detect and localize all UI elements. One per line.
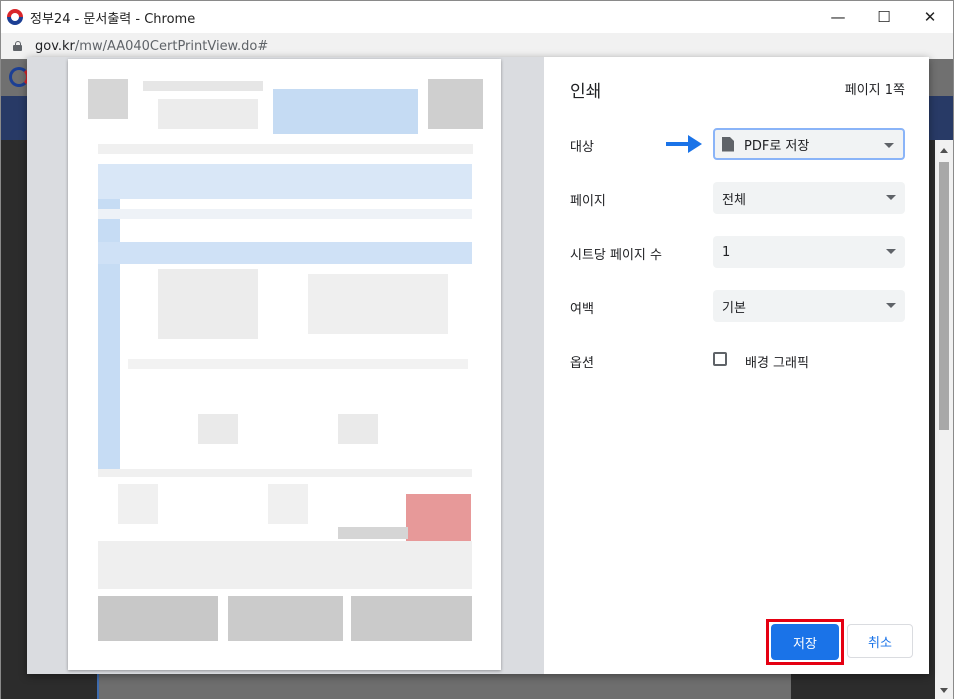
preview-content	[98, 209, 472, 219]
chevron-down-icon	[886, 303, 896, 308]
preview-content	[428, 79, 483, 129]
preview-content	[273, 89, 418, 134]
margins-value: 기본	[722, 300, 746, 316]
close-icon[interactable]: ✕	[907, 1, 953, 33]
background-graphics-checkbox[interactable]	[713, 352, 727, 366]
window-title: 정부24 - 문서출력 - Chrome	[30, 11, 196, 27]
page-scrollbar[interactable]	[935, 140, 953, 699]
pages-per-sheet-select[interactable]: 1	[713, 236, 905, 268]
pages-per-sheet-label: 시트당 페이지 수	[570, 248, 662, 263]
preview-content	[198, 414, 238, 444]
preview-content	[351, 596, 472, 641]
preview-content	[158, 99, 258, 129]
save-button[interactable]: 저장	[771, 624, 839, 660]
url-text[interactable]: gov.kr/mw/AA040CertPrintView.do#	[35, 39, 268, 54]
print-preview	[27, 57, 544, 674]
destination-value: PDF로 저장	[744, 138, 810, 154]
destination-label: 대상	[570, 140, 594, 155]
preview-content	[228, 596, 343, 641]
preview-content	[98, 199, 120, 469]
cancel-button[interactable]: 취소	[847, 624, 913, 658]
preview-content	[98, 596, 218, 641]
margins-label: 여백	[570, 302, 594, 317]
url-host: gov.kr	[35, 38, 75, 54]
scroll-up-icon[interactable]	[940, 148, 948, 153]
destination-select[interactable]: PDF로 저장	[713, 128, 905, 160]
chevron-down-icon	[886, 195, 896, 200]
preview-page	[68, 59, 501, 670]
gov-logo-icon	[7, 9, 23, 25]
preview-content	[338, 527, 408, 539]
pages-per-sheet-value: 1	[722, 244, 731, 260]
background-graphics-label[interactable]: 배경 그래픽	[745, 352, 809, 371]
chevron-down-icon	[884, 143, 894, 148]
arrow-right-icon	[666, 135, 704, 153]
lock-icon	[13, 41, 22, 51]
title-bar: 정부24 - 문서출력 - Chrome — ☐ ✕	[1, 1, 953, 33]
preview-content	[98, 469, 472, 477]
preview-content	[88, 79, 128, 119]
print-settings: 인쇄 페이지 1쪽 대상 PDF로 저장 페이지 전체 시트당 페이지 수 1 …	[544, 57, 929, 674]
preview-content	[98, 242, 472, 264]
minimize-icon[interactable]: —	[815, 1, 861, 33]
preview-content	[98, 164, 472, 199]
background-footer	[97, 673, 791, 699]
dialog-title: 인쇄	[570, 82, 602, 102]
scroll-thumb[interactable]	[939, 162, 949, 430]
preview-content	[98, 541, 472, 589]
preview-content	[143, 81, 263, 91]
pages-label: 페이지	[570, 194, 606, 209]
preview-content	[98, 144, 473, 154]
url-path: /mw/AA040CertPrintView.do#	[74, 38, 269, 54]
preview-content	[308, 274, 448, 334]
page-count: 페이지 1쪽	[844, 83, 905, 98]
scroll-down-icon[interactable]	[940, 688, 948, 693]
preview-content	[128, 359, 468, 369]
print-dialog: 인쇄 페이지 1쪽 대상 PDF로 저장 페이지 전체 시트당 페이지 수 1 …	[27, 57, 929, 674]
background-logo-icon	[9, 67, 29, 87]
pages-value: 전체	[722, 192, 746, 208]
pages-select[interactable]: 전체	[713, 182, 905, 214]
preview-content	[338, 414, 378, 444]
options-label: 옵션	[570, 356, 594, 371]
margins-select[interactable]: 기본	[713, 290, 905, 322]
chevron-down-icon	[886, 249, 896, 254]
preview-content	[268, 484, 308, 524]
maximize-icon[interactable]: ☐	[861, 1, 907, 33]
document-icon	[722, 136, 734, 152]
preview-content	[158, 269, 258, 339]
address-bar[interactable]: gov.kr/mw/AA040CertPrintView.do#	[1, 33, 953, 59]
preview-content	[118, 484, 158, 524]
browser-window: 정부24 - 문서출력 - Chrome — ☐ ✕ gov.kr/mw/AA0…	[0, 0, 954, 699]
